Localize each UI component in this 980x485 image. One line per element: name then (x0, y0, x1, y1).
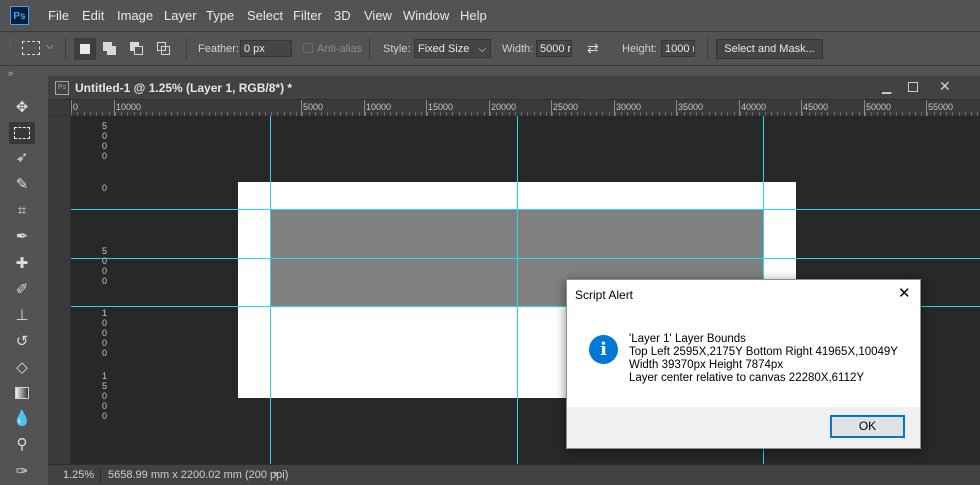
guide-horizontal[interactable] (71, 258, 980, 259)
ruler-label: 0 (102, 391, 108, 401)
menu-type[interactable]: Type (206, 8, 234, 23)
horizontal-ruler-marks (71, 100, 978, 116)
swap-width-height-icon[interactable]: ⇄ (587, 40, 599, 57)
document-tab-title[interactable]: Untitled-1 @ 1.25% (Layer 1, RGB/8*) * (75, 81, 292, 95)
ruler-label: 0 (102, 183, 108, 193)
rectangular-marquee-preset-icon[interactable] (22, 41, 40, 55)
guide-horizontal[interactable] (71, 209, 980, 210)
menu-filter[interactable]: Filter (293, 8, 322, 23)
add-to-selection-button[interactable] (101, 40, 119, 58)
close-window-icon[interactable]: ✕ (939, 78, 951, 95)
script-alert-dialog: Script Alert ✕ i 'Layer 1' Layer Bounds … (566, 279, 921, 449)
menu-select[interactable]: Select (247, 8, 283, 23)
menu-view[interactable]: View (364, 8, 392, 23)
antialias-checkbox[interactable] (303, 43, 313, 53)
menu-window[interactable]: Window (403, 8, 449, 23)
height-input[interactable]: 1000 n (661, 40, 695, 57)
tools-panel: » ✥ ➶ ✎ ⌗ ✒ ✚ ✐ ⊥ ↺ ◇ 💧 ⚲ ✑ (0, 66, 45, 485)
menu-3d[interactable]: 3D (334, 8, 351, 23)
quick-selection-tool-icon[interactable]: ✎ (9, 174, 35, 196)
chevron-down-icon: ⌵ (478, 44, 486, 55)
grip-handle-icon: ⋮ (6, 36, 15, 46)
chevron-down-icon[interactable]: ⌵ (46, 41, 54, 52)
style-label: Style: (383, 43, 411, 55)
antialias-label: Anti-alias (317, 43, 363, 55)
dialog-footer: OK (567, 407, 920, 448)
zoom-level[interactable]: 1.25% (63, 469, 94, 481)
ruler-label: 0 (102, 151, 108, 161)
ruler-label: 0 (102, 318, 108, 328)
chevron-right-icon[interactable]: › (274, 468, 278, 480)
eraser-tool-icon[interactable]: ◇ (9, 357, 35, 379)
info-icon: i (589, 335, 618, 364)
intersect-selection-button[interactable] (155, 40, 173, 58)
message-line: Layer center relative to canvas 22280X,6… (629, 372, 865, 384)
new-selection-icon (80, 44, 90, 54)
menu-image[interactable]: Image (117, 8, 153, 23)
feather-label: Feather: (198, 43, 239, 55)
status-bar: 1.25% 5658.99 mm x 2200.02 mm (200 ppi) … (48, 464, 980, 485)
ruler-label: 0 (102, 411, 108, 421)
document-tab-bar: Ps Untitled-1 @ 1.25% (Layer 1, RGB/8*) … (48, 76, 980, 100)
ruler-label: 0 (102, 276, 108, 286)
eyedropper-tool-icon[interactable]: ✒ (9, 226, 35, 248)
select-and-mask-button[interactable]: Select and Mask... (716, 39, 823, 59)
options-bar: ⋮ ⌵ Feather: 0 px Anti-alias Style: Fixe… (0, 31, 980, 66)
pen-tool-icon[interactable]: ✑ (9, 461, 35, 483)
history-brush-tool-icon[interactable]: ↺ (9, 331, 35, 353)
document-info: 5658.99 mm x 2200.02 mm (200 ppi) (108, 469, 289, 481)
menu-help[interactable]: Help (460, 8, 487, 23)
blur-tool-icon[interactable]: 💧 (9, 408, 35, 430)
photoshop-logo-icon[interactable]: Ps (10, 6, 29, 25)
ruler-origin[interactable] (48, 100, 71, 116)
ruler-label: 5 (102, 246, 108, 256)
new-selection-button[interactable] (74, 38, 96, 60)
menu-edit[interactable]: Edit (82, 8, 104, 23)
move-tool-icon[interactable]: ✥ (9, 97, 35, 119)
ruler-label: 1 (102, 308, 108, 318)
ruler-label: 5 (102, 381, 108, 391)
ruler-label: 0 (102, 328, 108, 338)
style-select[interactable]: Fixed Size ⌵ (414, 39, 491, 58)
ruler-label: 0 (102, 401, 108, 411)
ruler-label: 1 (102, 371, 108, 381)
message-line: 'Layer 1' Layer Bounds (629, 333, 746, 345)
width-input[interactable]: 5000 n (536, 40, 572, 57)
clone-stamp-tool-icon[interactable]: ⊥ (9, 305, 35, 327)
width-label: Width: (502, 43, 534, 55)
ruler-label: 0 (102, 141, 108, 151)
rectangular-marquee-tool-icon[interactable] (9, 122, 35, 144)
menu-file[interactable]: File (48, 8, 69, 23)
ruler-label: 0 (102, 338, 108, 348)
ruler-label: 5 (102, 121, 108, 131)
message-line: Width 39370px Height 7874px (629, 359, 784, 371)
ruler-label: 0 (102, 266, 108, 276)
brush-tool-icon[interactable]: ✐ (9, 279, 35, 301)
menu-layer[interactable]: Layer (164, 8, 197, 23)
lasso-tool-icon[interactable]: ➶ (9, 147, 35, 169)
dialog-title: Script Alert (575, 288, 634, 302)
ruler-label: 0 (102, 348, 108, 358)
guide-vertical[interactable] (517, 116, 518, 464)
ok-button[interactable]: OK (830, 415, 905, 438)
guide-vertical[interactable] (270, 116, 271, 464)
close-icon[interactable]: ✕ (898, 284, 911, 302)
gradient-tool-icon[interactable] (9, 382, 35, 404)
document-file-icon: Ps (55, 81, 69, 95)
message-line: Top Left 2595X,2175Y Bottom Right 41965X… (629, 346, 898, 358)
healing-brush-tool-icon[interactable]: ✚ (9, 253, 35, 275)
subtract-from-selection-button[interactable] (128, 40, 146, 58)
minimize-icon[interactable]: ▁ (882, 80, 891, 94)
ruler-label: 0 (102, 131, 108, 141)
crop-tool-icon[interactable]: ⌗ (9, 200, 35, 222)
dodge-tool-icon[interactable]: ⚲ (9, 434, 35, 456)
height-label: Height: (622, 43, 657, 55)
maximize-icon[interactable] (908, 82, 918, 92)
style-select-value: Fixed Size (418, 43, 470, 55)
vertical-ruler-labels: 5 0 0 0 0 5 0 0 0 1 0 0 0 0 1 5 0 0 0 (48, 116, 107, 464)
collapse-panel-icon[interactable]: » (8, 68, 13, 78)
menu-bar: Ps File Edit Image Layer Type Select Fil… (0, 0, 980, 31)
feather-input[interactable]: 0 px (240, 40, 292, 57)
